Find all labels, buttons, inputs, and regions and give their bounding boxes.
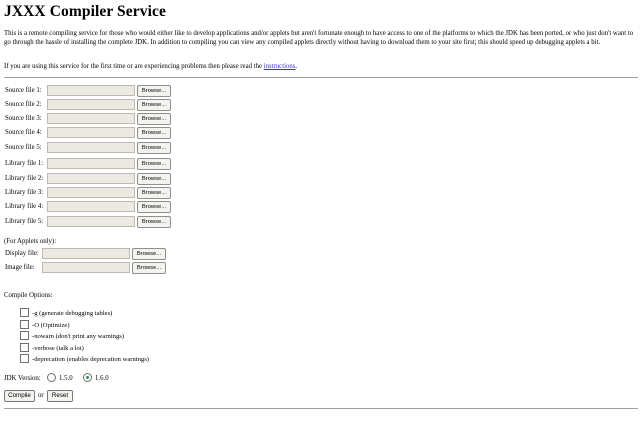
jdk-version-label: JDK Version: [4,375,41,382]
instructions-link[interactable]: instructions [264,63,296,70]
source-file-row-2: Source file 2: Browse... [4,99,204,112]
library-file-row-2: Library file 2: Browse... [4,173,204,186]
note-suffix: . [295,63,298,70]
library-file-label: Library file 2: [5,175,44,182]
option-verbose-checkbox[interactable] [20,343,29,352]
option-g-checkbox[interactable] [20,308,29,317]
library-file-2-input[interactable] [47,173,135,184]
library-file-4-browse-button[interactable]: Browse... [137,201,171,213]
library-file-1-input[interactable] [47,158,135,169]
source-file-label: Source file 2: [5,101,42,108]
library-file-label: Library file 5: [5,218,44,225]
library-file-3-browse-button[interactable]: Browse... [137,187,171,199]
source-file-label: Source file 5: [5,144,42,151]
library-file-1-browse-button[interactable]: Browse... [137,158,171,170]
note-prefix: If you are using this service for the fi… [4,63,264,70]
compile-options-heading: Compile Options: [4,292,53,299]
library-file-5-browse-button[interactable]: Browse... [137,216,171,228]
image-file-browse-button[interactable]: Browse... [132,262,166,274]
source-file-3-browse-button[interactable]: Browse... [137,113,171,125]
option-label: -O (Optimize) [32,322,70,329]
applets-heading: (For Applets only): [4,238,57,245]
compile-button[interactable]: Compile [4,390,35,402]
jdk-150-label: 1.5.0 [59,375,73,382]
source-file-1-input[interactable] [47,85,135,96]
source-file-row-3: Source file 3: Browse... [4,113,204,126]
source-file-3-input[interactable] [47,113,135,124]
bottom-divider [4,408,638,409]
display-file-input[interactable] [42,248,130,259]
library-file-4-input[interactable] [47,201,135,212]
option-deprecation-checkbox[interactable] [20,354,29,363]
library-file-5-input[interactable] [47,216,135,227]
library-file-row-1: Library file 1: Browse... [4,158,204,171]
source-file-5-input[interactable] [47,142,135,153]
option-nowarn-checkbox[interactable] [20,331,29,340]
option-label: -deprecation (enables deprecation warnin… [32,356,149,363]
source-file-5-browse-button[interactable]: Browse... [137,142,171,154]
option-label: -verbose (talk a lot) [32,345,84,352]
library-file-row-5: Library file 5: Browse... [4,216,204,229]
display-file-browse-button[interactable]: Browse... [132,248,166,260]
option-label: -g (generate debugging tables) [32,310,113,317]
image-file-label: Image file: [5,264,35,271]
source-file-4-input[interactable] [47,127,135,138]
image-file-row: Image file: Browse... [4,262,204,275]
option-optimize-checkbox[interactable] [20,320,29,329]
or-text: or [38,392,44,399]
source-file-row-4: Source file 4: Browse... [4,127,204,140]
jdk-160-radio[interactable] [83,373,92,382]
source-file-label: Source file 1: [5,87,42,94]
source-file-label: Source file 3: [5,115,42,122]
source-file-label: Source file 4: [5,129,42,136]
library-file-row-4: Library file 4: Browse... [4,201,204,214]
library-file-label: Library file 1: [5,160,44,167]
source-file-4-browse-button[interactable]: Browse... [137,127,171,139]
source-file-row-5: Source file 5: Browse... [4,142,204,155]
library-file-label: Library file 3: [5,189,44,196]
intro-text: This is a remote compiling service for t… [4,30,634,46]
top-divider [4,77,638,78]
library-file-3-input[interactable] [47,187,135,198]
source-file-2-browse-button[interactable]: Browse... [137,99,171,111]
library-file-2-browse-button[interactable]: Browse... [137,173,171,185]
display-file-label: Display file: [5,250,39,257]
image-file-input[interactable] [42,262,130,273]
jdk-160-label: 1.6.0 [95,375,109,382]
library-file-row-3: Library file 3: Browse... [4,187,204,200]
source-file-1-browse-button[interactable]: Browse... [137,85,171,97]
library-file-label: Library file 4: [5,203,44,210]
source-file-row-1: Source file 1: Browse... [4,85,204,98]
option-label: -nowarn (don't print any warnings) [32,333,125,340]
page-title: JXXX Compiler Service [4,3,166,20]
reset-button[interactable]: Reset [47,390,73,402]
source-file-2-input[interactable] [47,99,135,110]
instructions-note: If you are using this service for the fi… [4,63,297,70]
display-file-row: Display file: Browse... [4,248,204,261]
jdk-150-radio[interactable] [47,373,56,382]
